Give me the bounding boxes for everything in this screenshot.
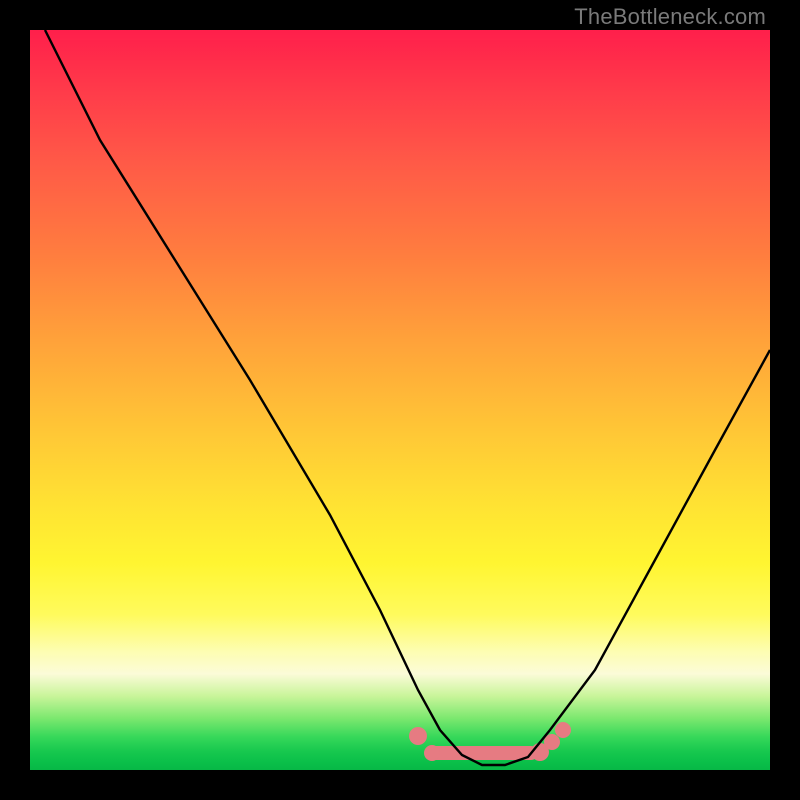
chart-stage: TheBottleneck.com	[0, 0, 800, 800]
optimal-band	[409, 722, 571, 761]
chart-svg	[30, 30, 770, 770]
bottleneck-curve-path	[45, 30, 770, 765]
plot-area	[30, 30, 770, 770]
watermark-text: TheBottleneck.com	[574, 4, 766, 30]
